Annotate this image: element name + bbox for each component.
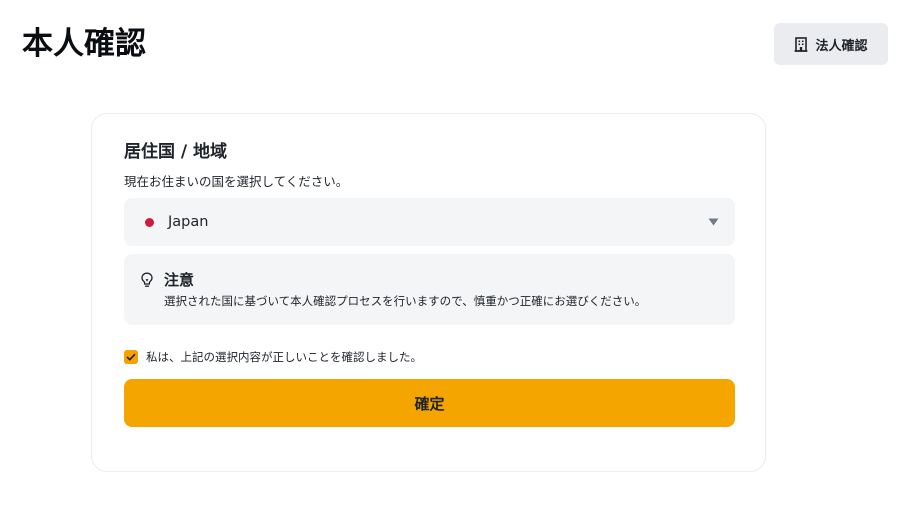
check-icon	[126, 353, 136, 361]
caret-down-icon	[708, 218, 719, 226]
japan-flag-icon	[145, 217, 154, 227]
notice-title: 注意	[164, 271, 195, 289]
notice-text: 選択された国に基づいて本人確認プロセスを行いますので、慎重かつ正確にお選びくださ…	[164, 294, 647, 308]
country-select[interactable]: Japan	[124, 198, 735, 246]
verification-card: 居住国 / 地域 現在お住まいの国を選択してください。 Japan 注意 選択さ…	[91, 113, 766, 472]
corporate-verification-button[interactable]: 法人確認	[774, 23, 888, 65]
corporate-verification-label: 法人確認	[815, 38, 868, 54]
confirmation-checkbox[interactable]	[124, 350, 138, 364]
confirmation-checkbox-row[interactable]: 私は、上記の選択内容が正しいことを確認しました。	[124, 349, 422, 365]
residence-title: 居住国 / 地域	[124, 142, 228, 162]
lightbulb-icon	[140, 272, 154, 292]
selected-country: Japan	[168, 214, 209, 230]
page: 本人確認 法人確認 居住国 / 地域 現在お住まいの国を選択してください。 Ja…	[0, 0, 900, 505]
notice-box: 注意 選択された国に基づいて本人確認プロセスを行いますので、慎重かつ正確にお選び…	[124, 254, 735, 325]
residence-description: 現在お住まいの国を選択してください。	[124, 174, 349, 189]
page-title: 本人確認	[22, 26, 146, 62]
confirmation-label: 私は、上記の選択内容が正しいことを確認しました。	[146, 350, 422, 364]
confirm-button[interactable]: 確定	[124, 379, 735, 427]
building-icon	[794, 36, 808, 52]
